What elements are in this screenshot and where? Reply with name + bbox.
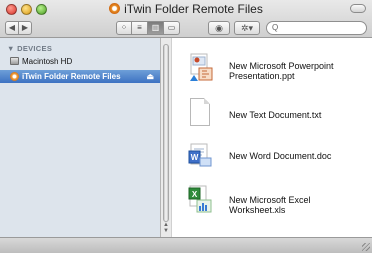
file-item-powerpoint[interactable]: New Microsoft Powerpoint Presentation.pp… [186, 52, 366, 86]
file-item-excel[interactable]: X New Microsoft Excel Worksheet.xls [186, 184, 366, 218]
toolbar-toggle-button[interactable] [350, 4, 366, 13]
sidebar-item-label: Macintosh HD [22, 57, 73, 66]
itwin-title-icon [109, 3, 121, 14]
devices-header[interactable]: ▼ DEVICES [7, 44, 52, 53]
file-name-line: New Word Document.doc [229, 151, 332, 161]
column-scrollbar[interactable]: ▲ ▼ [161, 38, 172, 237]
powerpoint-file-icon [186, 52, 214, 84]
search-field[interactable]: Q [266, 21, 367, 35]
file-name-line: Presentation.ppt [229, 71, 295, 81]
svg-text:W: W [191, 153, 199, 162]
file-name-line: New Text Document.txt [229, 110, 322, 120]
eject-icon[interactable]: ⏏ [146, 70, 154, 83]
sidebar-item-macintosh-hd[interactable]: Macintosh HD [0, 55, 160, 68]
file-name: New Microsoft Powerpoint Presentation.pp… [229, 61, 369, 81]
column-view-button[interactable]: ▥ [148, 21, 164, 35]
sidebar: ▼ DEVICES Macintosh HD iTwin Folder Remo… [0, 38, 161, 237]
resize-grip-icon[interactable] [362, 243, 370, 251]
file-name-line: Worksheet.xls [229, 205, 286, 215]
file-name: New Word Document.doc [229, 151, 369, 161]
itwin-icon [10, 72, 19, 81]
finder-window: iTwin Folder Remote Files ◀ ▶ ⁘ ≡ ▥ ▭ ◉ … [0, 0, 372, 253]
file-item-word[interactable]: W New Word Document.doc [186, 141, 366, 175]
window-title: iTwin Folder Remote Files [124, 2, 263, 16]
file-name-line: New Microsoft Excel [229, 195, 311, 205]
back-button[interactable]: ◀ [5, 21, 19, 35]
icon-view-button[interactable]: ⁘ [116, 21, 132, 35]
action-menu-button[interactable]: ✲▾ [234, 21, 260, 35]
hard-drive-icon [10, 57, 19, 65]
text-file-icon [186, 97, 214, 129]
status-bar [0, 237, 372, 253]
file-name: New Text Document.txt [229, 110, 369, 120]
window-title-area: iTwin Folder Remote Files [0, 2, 372, 17]
file-name-line: New Microsoft Powerpoint [229, 61, 334, 71]
scroll-down-arrow-icon[interactable]: ▼ [161, 228, 171, 234]
file-name: New Microsoft Excel Worksheet.xls [229, 195, 369, 215]
quick-look-button[interactable]: ◉ [208, 21, 230, 35]
search-icon: Q [272, 23, 279, 32]
word-file-icon: W [186, 141, 214, 173]
view-mode-group: ⁘ ≡ ▥ ▭ [116, 21, 180, 35]
excel-file-icon: X [186, 184, 214, 216]
coverflow-view-button[interactable]: ▭ [164, 21, 180, 35]
forward-button[interactable]: ▶ [18, 21, 32, 35]
scrollbar-thumb[interactable] [163, 44, 169, 222]
sidebar-item-label: iTwin Folder Remote Files [22, 72, 121, 81]
file-item-text[interactable]: New Text Document.txt [186, 97, 366, 131]
list-view-button[interactable]: ≡ [132, 21, 148, 35]
svg-text:X: X [192, 190, 198, 199]
title-bar: iTwin Folder Remote Files ◀ ▶ ⁘ ≡ ▥ ▭ ◉ … [0, 0, 372, 38]
sidebar-item-itwin-folder[interactable]: iTwin Folder Remote Files ⏏ [0, 70, 160, 83]
